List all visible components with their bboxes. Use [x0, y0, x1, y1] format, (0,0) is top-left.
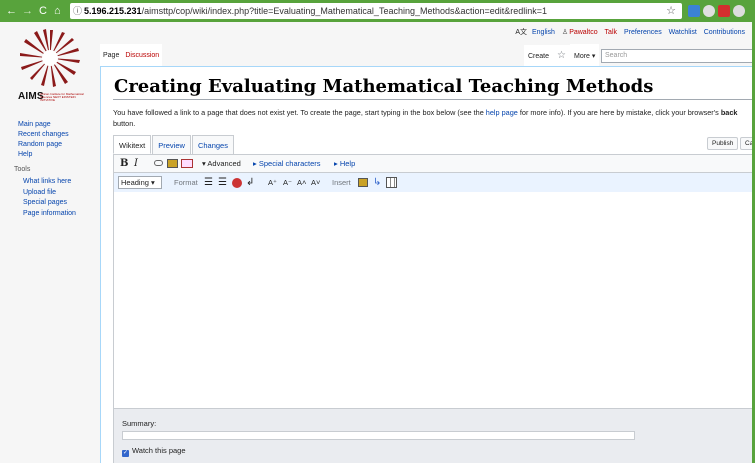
tab-discussion[interactable]: Discussion: [122, 44, 163, 66]
big-text-icon[interactable]: A⁺: [268, 173, 277, 192]
personal-tools: A文 English ♙Pawaltco Talk Preferences Wat…: [510, 27, 745, 37]
page-title: Creating Evaluating Mathematical Teachin…: [114, 76, 654, 97]
edit-options: Summary: ✓ Watch this page: [113, 409, 755, 463]
sidebar-item-help[interactable]: Help: [18, 150, 69, 160]
table-icon[interactable]: [386, 177, 397, 188]
tools-heading: Tools: [14, 166, 31, 173]
watch-checkbox[interactable]: ✓: [122, 450, 129, 457]
summary-input[interactable]: [122, 431, 635, 440]
insert-label: Insert: [332, 178, 351, 187]
format-label: Format: [174, 178, 198, 187]
sidebar-navigation: Main page Recent changes Random page Hel…: [18, 120, 69, 160]
url-path: /aimsttp/cop/wiki/index.php?title=Evalua…: [141, 6, 548, 16]
reload-button[interactable]: C: [39, 4, 47, 18]
summary-label: Summary:: [122, 419, 157, 428]
language-icon[interactable]: A文: [515, 29, 527, 36]
namespace-tabs: Page Discussion: [100, 44, 163, 66]
sidebar-tools: What links here Upload file Special page…: [23, 177, 76, 219]
redirect-icon[interactable]: ↳: [373, 173, 381, 192]
browser-toolbar: ← → C ⌂ ⓘ 5.196.215.231/aimsttp/cop/wiki…: [0, 0, 755, 22]
sidebar-item-upload-file[interactable]: Upload file: [23, 188, 76, 199]
address-bar[interactable]: ⓘ 5.196.215.231/aimsttp/cop/wiki/index.p…: [70, 3, 682, 19]
small-text-icon[interactable]: A⁻: [283, 173, 292, 192]
publish-button[interactable]: Publish: [707, 137, 739, 150]
talk-link[interactable]: Talk: [605, 29, 617, 36]
embedded-file-icon[interactable]: [167, 159, 178, 168]
watch-label: Watch this page: [132, 446, 186, 455]
info-icon[interactable]: ⓘ: [73, 3, 82, 19]
nowiki-icon[interactable]: [232, 178, 242, 188]
preferences-link[interactable]: Preferences: [624, 29, 662, 36]
help-page-link[interactable]: help page: [486, 108, 518, 117]
sidebar-item-main-page[interactable]: Main page: [18, 120, 69, 130]
bold-button[interactable]: B: [120, 155, 128, 172]
watch-star-icon[interactable]: ☆: [553, 45, 570, 67]
extension-red-icon[interactable]: [718, 5, 730, 17]
toolbar-advanced-row: Heading ▾ Format ☰ ☰ ↲ A⁺ A⁻ A˄ A˅ Inser…: [114, 172, 755, 192]
special-characters-toggle[interactable]: ▸ Special characters: [253, 155, 321, 172]
sidebar-item-page-information[interactable]: Page information: [23, 209, 76, 220]
search-input[interactable]: Search: [601, 49, 755, 63]
user-icon: ♙: [561, 29, 569, 36]
browser-menu-icon[interactable]: [733, 5, 745, 17]
sidebar-item-special-pages[interactable]: Special pages: [23, 198, 76, 209]
title-divider: [113, 99, 755, 100]
advanced-toggle[interactable]: ▾ Advanced: [202, 155, 241, 172]
wikitext-editor[interactable]: [113, 192, 755, 409]
forward-button[interactable]: →: [22, 4, 33, 18]
url-host: 5.196.215.231: [84, 6, 142, 16]
home-button[interactable]: ⌂: [54, 4, 61, 18]
tab-preview[interactable]: Preview: [152, 135, 191, 154]
newline-icon[interactable]: ↲: [246, 173, 254, 192]
numbered-list-icon[interactable]: ☰: [218, 173, 227, 192]
extension-calendar-icon[interactable]: [688, 5, 700, 17]
language-link[interactable]: English: [532, 29, 555, 36]
tab-changes[interactable]: Changes: [191, 135, 234, 154]
tab-create[interactable]: Create: [524, 45, 554, 67]
content-area: Creating Evaluating Mathematical Teachin…: [100, 66, 755, 463]
subscript-icon[interactable]: A˅: [311, 173, 320, 192]
more-menu[interactable]: More ▾: [569, 44, 600, 66]
intro-text: You have followed a link to a page that …: [113, 108, 738, 128]
view-tabs: Create ☆ More ▾: [524, 44, 600, 67]
toolbar-main-row: B I ▾ Advanced ▸ Special characters ▸ He…: [114, 155, 755, 172]
watchlist-link[interactable]: Watchlist: [669, 29, 697, 36]
reference-icon[interactable]: [181, 159, 193, 168]
user-link[interactable]: Pawaltco: [569, 29, 597, 36]
bulleted-list-icon[interactable]: ☰: [204, 173, 213, 192]
italic-button[interactable]: I: [134, 155, 138, 172]
help-toggle[interactable]: ▸ Help: [334, 155, 355, 172]
sidebar-item-recent-changes[interactable]: Recent changes: [18, 130, 69, 140]
sidebar-item-random-page[interactable]: Random page: [18, 140, 69, 150]
extension-gear-icon[interactable]: [703, 5, 715, 17]
back-button[interactable]: ←: [6, 4, 17, 18]
link-icon[interactable]: [154, 160, 163, 166]
editor-tabs: Wikitext Preview Changes: [113, 135, 235, 154]
contributions-link[interactable]: Contributions: [704, 29, 745, 36]
bookmark-star-icon[interactable]: ☆: [666, 3, 676, 19]
gallery-icon[interactable]: [358, 178, 368, 187]
editor-toolbar: B I ▾ Advanced ▸ Special characters ▸ He…: [113, 154, 755, 192]
tab-page[interactable]: Page: [100, 44, 123, 66]
sidebar-item-what-links-here[interactable]: What links here: [23, 177, 76, 188]
logo-subtitle: African Institute for Mathematical Scien…: [40, 92, 84, 102]
heading-dropdown[interactable]: Heading ▾: [118, 176, 162, 189]
aims-logo-icon[interactable]: [18, 28, 82, 88]
watch-this-page[interactable]: ✓ Watch this page: [122, 446, 186, 457]
superscript-icon[interactable]: A˄: [297, 173, 306, 192]
tab-wikitext[interactable]: Wikitext: [113, 135, 152, 154]
